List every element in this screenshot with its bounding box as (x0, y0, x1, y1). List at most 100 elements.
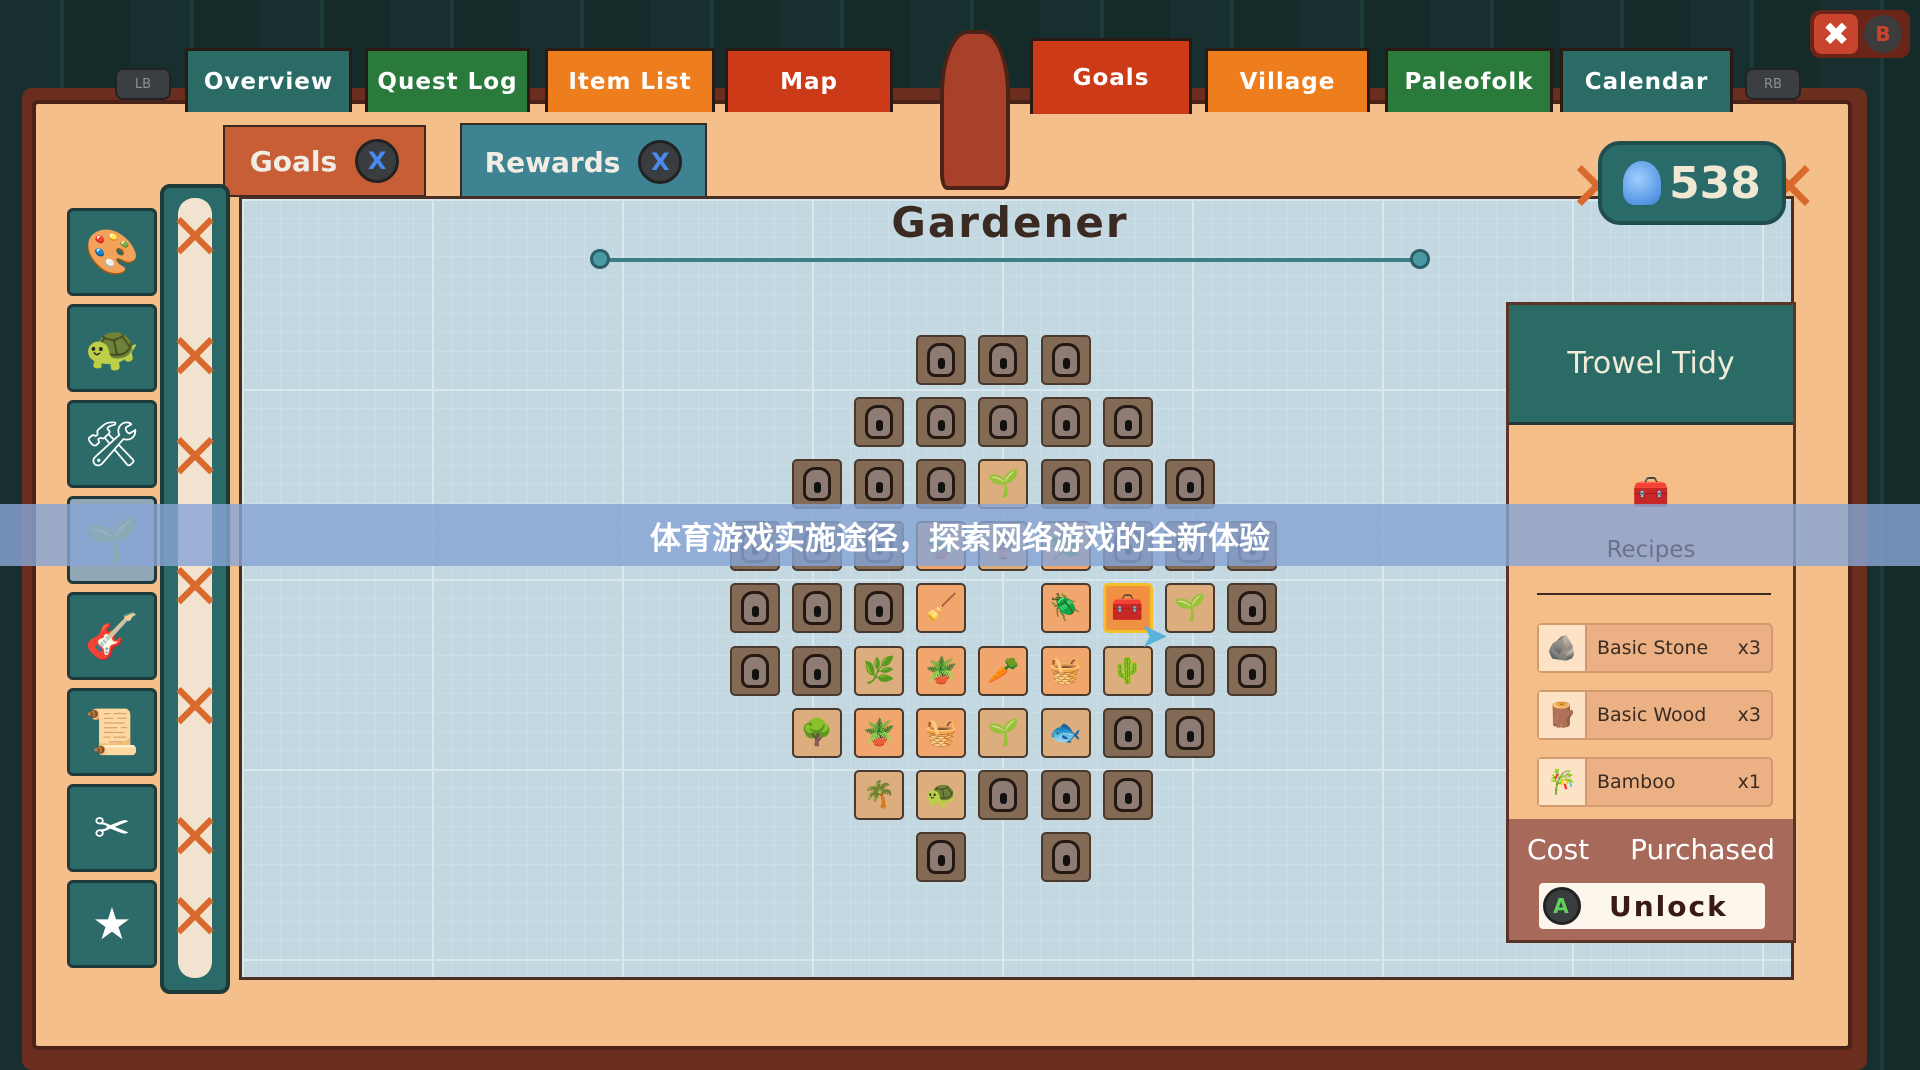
locked-skill-tile[interactable] (1040, 397, 1091, 448)
vine-knot-icon: ✕ (168, 201, 222, 275)
wood-log-icon: 🪵 (1539, 692, 1587, 738)
locked-skill-tile[interactable] (1164, 707, 1215, 758)
locked-skill-tile[interactable] (1226, 645, 1277, 696)
locked-skill-tile[interactable] (978, 769, 1029, 820)
scroll-quill-icon: 📜 (84, 707, 140, 758)
sidebar-item-guitar[interactable]: 🎸 (67, 592, 157, 680)
sidebar-item-scroll-quill[interactable]: 📜 (67, 688, 157, 776)
skill-item-icon: 🪲 (1049, 593, 1082, 624)
recipes-divider (1537, 593, 1771, 595)
tab-overview[interactable]: Overview (185, 48, 352, 112)
item-name: Trowel Tidy (1509, 305, 1793, 425)
locked-skill-tile[interactable] (854, 459, 905, 510)
lock-icon (989, 405, 1018, 440)
unlock-button[interactable]: A Unlock (1539, 883, 1765, 929)
subtab-goals[interactable]: Goals X (223, 125, 426, 197)
skill-tile[interactable]: 🐢 (916, 769, 967, 820)
subtab-rewards-label: Rewards (484, 145, 621, 179)
locked-skill-tile[interactable] (1040, 769, 1091, 820)
ingredient-row: 🪵 Basic Wood x3 (1537, 690, 1773, 740)
pointer-cursor-icon: ➤ (1140, 616, 1169, 656)
lock-icon (1051, 839, 1080, 874)
lock-icon (1113, 405, 1142, 440)
tab-quest-log[interactable]: Quest Log (365, 48, 530, 112)
locked-skill-tile[interactable] (916, 397, 967, 448)
locked-skill-tile[interactable] (1164, 459, 1215, 510)
skill-tile[interactable]: 🥕 (978, 645, 1029, 696)
lock-icon (989, 343, 1018, 377)
locked-skill-tile[interactable] (1040, 459, 1091, 510)
locked-skill-tile[interactable] (978, 397, 1029, 448)
cost-label: Cost (1527, 833, 1590, 866)
locked-skill-tile[interactable] (792, 645, 843, 696)
skill-tile[interactable]: 🪴 (854, 707, 905, 758)
x-button-icon: X (638, 140, 683, 184)
skill-tile[interactable]: 🌳 (792, 707, 843, 758)
skill-tile[interactable]: 🪴 (916, 645, 967, 696)
currency-value: 538 (1669, 157, 1761, 209)
locked-skill-tile[interactable] (1226, 583, 1277, 634)
sidebar-item-creature[interactable]: 🐢 (67, 304, 157, 392)
locked-skill-tile[interactable] (1164, 645, 1215, 696)
x-button-icon: X (355, 139, 400, 183)
sidebar-item-star[interactable]: ★ (67, 880, 157, 968)
locked-skill-tile[interactable] (854, 583, 905, 634)
detail-panel: Trowel Tidy 🧰 🪨 Basic Stone x3 🪵 Basic Wood x… (1506, 302, 1796, 943)
locked-skill-tile[interactable] (1102, 397, 1153, 448)
sidebar-item-palette[interactable]: 🎨 (67, 208, 157, 296)
tab-calendar[interactable]: Calendar (1560, 48, 1733, 112)
locked-skill-tile[interactable] (792, 459, 843, 510)
lb-button[interactable]: LB (115, 68, 171, 100)
rb-button[interactable]: RB (1745, 68, 1801, 100)
skill-item-icon: 🪴 (863, 717, 896, 748)
skill-item-icon: 🌵 (1111, 655, 1144, 686)
subtab-rewards[interactable]: Rewards X (460, 123, 707, 201)
b-button-icon: B (1864, 15, 1902, 53)
lock-icon (865, 405, 894, 440)
locked-skill-tile[interactable] (1102, 707, 1153, 758)
locked-skill-tile[interactable] (916, 335, 967, 385)
locked-skill-tile[interactable] (730, 645, 780, 696)
palette-icon: 🎨 (84, 227, 140, 278)
tab-map[interactable]: Map (725, 48, 893, 112)
ingredient-name: Bamboo (1597, 771, 1676, 793)
locked-skill-tile[interactable] (792, 583, 843, 634)
sidebar-item-scissors-comb[interactable]: ✂ (67, 784, 157, 872)
skill-tile[interactable]: 🧺 (916, 707, 967, 758)
locked-skill-tile[interactable] (1102, 459, 1153, 510)
lock-icon (1113, 777, 1142, 812)
subtab-goals-label: Goals (249, 144, 338, 178)
skill-tree-title: Gardener (891, 198, 1129, 247)
lock-icon (803, 467, 832, 502)
locked-skill-tile[interactable] (1102, 769, 1153, 820)
skill-item-icon: 🌳 (800, 717, 834, 748)
locked-skill-tile[interactable] (916, 831, 967, 882)
locked-skill-tile[interactable] (1040, 335, 1091, 385)
skill-tile[interactable]: 🌴 (854, 769, 905, 820)
tab-goals[interactable]: Goals (1030, 38, 1192, 114)
tab-village[interactable]: Village (1205, 48, 1370, 112)
locked-skill-tile[interactable] (730, 583, 780, 634)
locked-skill-tile[interactable] (916, 459, 967, 510)
skill-item-icon: 🐟 (1049, 717, 1082, 748)
locked-skill-tile[interactable] (854, 397, 905, 448)
scissors-comb-icon: ✂ (93, 802, 131, 854)
ingredient-qty: x3 (1737, 704, 1761, 726)
close-button[interactable]: ✖ B (1810, 10, 1910, 58)
vine-knot-icon: ✕ (168, 321, 222, 395)
skill-tile[interactable]: 🌿 (854, 645, 905, 696)
skill-tile[interactable]: 🧹 (916, 583, 967, 634)
skill-tile[interactable]: 🌱 (978, 707, 1029, 758)
ingredient-qty: x1 (1737, 771, 1761, 793)
sidebar-item-tools[interactable]: 🛠 (67, 400, 157, 488)
locked-skill-tile[interactable] (1040, 831, 1091, 882)
locked-skill-tile[interactable] (978, 335, 1029, 385)
tab-paleofolk[interactable]: Paleofolk (1385, 48, 1553, 112)
vine-knot-icon: ✕ (168, 801, 222, 875)
skill-tile[interactable]: 🧺 (1040, 645, 1091, 696)
skill-tile[interactable]: 🌱 (1164, 583, 1215, 634)
skill-tile[interactable]: 🌱 (978, 459, 1029, 510)
tab-item-list[interactable]: Item List (545, 48, 715, 112)
skill-tile[interactable]: 🐟 (1040, 707, 1091, 758)
skill-tile[interactable]: 🪲 (1040, 583, 1091, 634)
